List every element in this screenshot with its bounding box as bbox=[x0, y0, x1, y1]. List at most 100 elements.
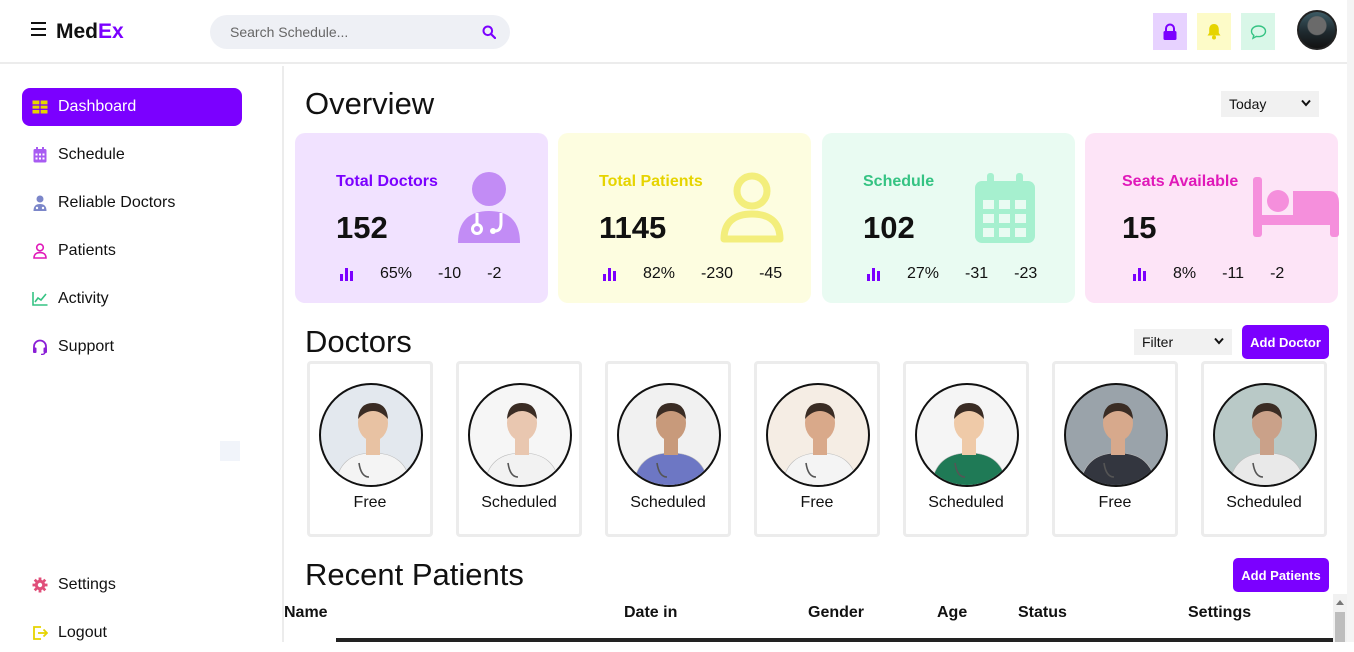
stat-card-value: 15 bbox=[1122, 210, 1157, 245]
user-avatar[interactable] bbox=[1297, 10, 1337, 50]
column-header-gender[interactable]: Gender bbox=[808, 604, 864, 622]
search-icon[interactable] bbox=[482, 25, 497, 44]
sidebar-item-label: Logout bbox=[58, 624, 107, 641]
sidebar-item-activity[interactable]: Activity bbox=[22, 280, 242, 318]
doctor-portrait-icon bbox=[633, 403, 709, 485]
user-icon bbox=[32, 243, 48, 259]
sidebar-item-label: Reliable Doctors bbox=[58, 194, 176, 211]
search-input[interactable] bbox=[230, 22, 470, 42]
add-patients-button[interactable]: Add Patients bbox=[1233, 558, 1329, 592]
page-scrollbar[interactable] bbox=[1347, 0, 1354, 642]
doctor-card[interactable]: Scheduled bbox=[1201, 361, 1327, 537]
stat-delta-2: -2 bbox=[1270, 265, 1285, 282]
stat-delta-1: -10 bbox=[438, 265, 462, 282]
sidebar-item-schedule[interactable]: Schedule bbox=[22, 136, 242, 174]
bell-icon bbox=[1207, 24, 1221, 40]
column-header-age[interactable]: Age bbox=[937, 604, 967, 622]
user-icon bbox=[718, 171, 784, 250]
headset-icon bbox=[32, 339, 48, 355]
stat-card-total-doctors: Total Doctors 152 65% -10 -2 bbox=[295, 133, 548, 303]
stat-card-schedule: Schedule 102 27% -31 -23 bbox=[822, 133, 1075, 303]
calendar-icon bbox=[972, 171, 1038, 250]
doctor-card[interactable]: Free bbox=[1052, 361, 1178, 537]
doctor-status: Scheduled bbox=[1226, 494, 1302, 511]
notifications-button[interactable] bbox=[1197, 13, 1231, 50]
doctor-status: Free bbox=[353, 494, 387, 511]
scroll-up-arrow-icon[interactable] bbox=[1336, 600, 1344, 605]
stat-card-stats: 82% -230 -45 bbox=[603, 265, 782, 283]
stat-card-total-patients: Total Patients 1145 82% -230 -45 bbox=[558, 133, 811, 303]
doctor-portrait-icon bbox=[335, 403, 411, 485]
sidebar-item-logout[interactable]: Logout bbox=[22, 614, 242, 652]
period-select[interactable]: Today bbox=[1221, 91, 1319, 117]
doctor-icon bbox=[455, 171, 521, 250]
stat-card-seats-available: Seats Available 15 8% -11 -2 bbox=[1085, 133, 1339, 303]
doctor-card[interactable]: Free bbox=[307, 361, 433, 537]
drag-placeholder bbox=[220, 440, 320, 462]
column-header-settings[interactable]: Settings bbox=[1188, 604, 1251, 622]
doctor-status: Scheduled bbox=[630, 494, 706, 511]
scrollbar-thumb[interactable] bbox=[1335, 612, 1345, 642]
stat-delta-2: -23 bbox=[1014, 265, 1038, 282]
doctor-portrait-icon bbox=[931, 403, 1007, 485]
bar-chart-icon bbox=[867, 267, 881, 281]
doctor-status: Scheduled bbox=[928, 494, 1004, 511]
stat-percent: 65% bbox=[380, 265, 413, 282]
column-header-date-in[interactable]: Date in bbox=[624, 604, 677, 622]
sidebar-item-patients[interactable]: Patients bbox=[22, 232, 242, 270]
sidebar-item-settings[interactable]: Settings bbox=[22, 566, 242, 604]
doctor-filter-select[interactable]: Filter bbox=[1134, 329, 1232, 355]
stat-delta-1: -31 bbox=[965, 265, 989, 282]
search-bar bbox=[210, 15, 510, 49]
stat-card-value: 102 bbox=[863, 210, 915, 245]
stat-percent: 27% bbox=[907, 265, 940, 282]
doctor-icon bbox=[32, 195, 48, 211]
table-icon bbox=[32, 99, 48, 115]
stat-delta-1: -230 bbox=[701, 265, 734, 282]
sidebar-item-reliable-doctors[interactable]: Reliable Doctors bbox=[22, 184, 242, 222]
bar-chart-icon bbox=[340, 267, 354, 281]
recent-patients-title: Recent Patients bbox=[305, 557, 524, 592]
lock-button[interactable] bbox=[1153, 13, 1187, 50]
gear-icon bbox=[32, 577, 48, 593]
calendar-icon bbox=[32, 147, 48, 163]
lock-icon bbox=[1163, 23, 1177, 40]
sidebar-item-dashboard[interactable]: Dashboard bbox=[22, 88, 242, 126]
stat-card-stats: 65% -10 -2 bbox=[340, 265, 501, 283]
hamburger-menu-icon[interactable] bbox=[31, 22, 46, 36]
doctor-photo bbox=[1213, 383, 1317, 487]
top-bar: MedEx bbox=[0, 0, 1354, 64]
stat-delta-2: -2 bbox=[487, 265, 502, 282]
messages-button[interactable] bbox=[1241, 13, 1275, 50]
sidebar-item-label: Dashboard bbox=[58, 98, 137, 115]
doctor-photo bbox=[468, 383, 572, 487]
table-scrollbar[interactable] bbox=[1333, 594, 1347, 642]
bar-chart-icon bbox=[603, 267, 617, 281]
placeholder-square bbox=[220, 441, 240, 461]
doctor-card[interactable]: Scheduled bbox=[456, 361, 582, 537]
brand-logo[interactable]: MedEx bbox=[56, 20, 124, 44]
doctors-title: Doctors bbox=[305, 324, 412, 359]
add-doctor-button[interactable]: Add Doctor bbox=[1242, 325, 1329, 359]
doctor-card[interactable]: Scheduled bbox=[903, 361, 1029, 537]
doctor-status: Free bbox=[800, 494, 834, 511]
doctor-photo bbox=[766, 383, 870, 487]
doctor-card[interactable]: Free bbox=[754, 361, 880, 537]
stat-card-stats: 8% -11 -2 bbox=[1133, 265, 1284, 283]
column-header-name[interactable]: Name bbox=[284, 604, 328, 622]
doctor-photo bbox=[319, 383, 423, 487]
sidebar-item-label: Patients bbox=[58, 242, 116, 259]
doctor-card[interactable]: Scheduled bbox=[605, 361, 731, 537]
sidebar-item-label: Settings bbox=[58, 576, 116, 593]
chart-line-icon bbox=[32, 291, 48, 307]
column-header-status[interactable]: Status bbox=[1018, 604, 1067, 622]
logout-icon bbox=[32, 625, 48, 641]
sidebar-item-support[interactable]: Support bbox=[22, 328, 242, 366]
stat-card-value: 152 bbox=[336, 210, 388, 245]
stat-card-title: Total Patients bbox=[599, 173, 703, 190]
stat-card-title: Seats Available bbox=[1122, 173, 1239, 190]
doctor-portrait-icon bbox=[782, 403, 858, 485]
doctor-photo bbox=[1064, 383, 1168, 487]
stat-delta-1: -11 bbox=[1222, 265, 1245, 282]
chevron-down-icon bbox=[1214, 337, 1224, 345]
